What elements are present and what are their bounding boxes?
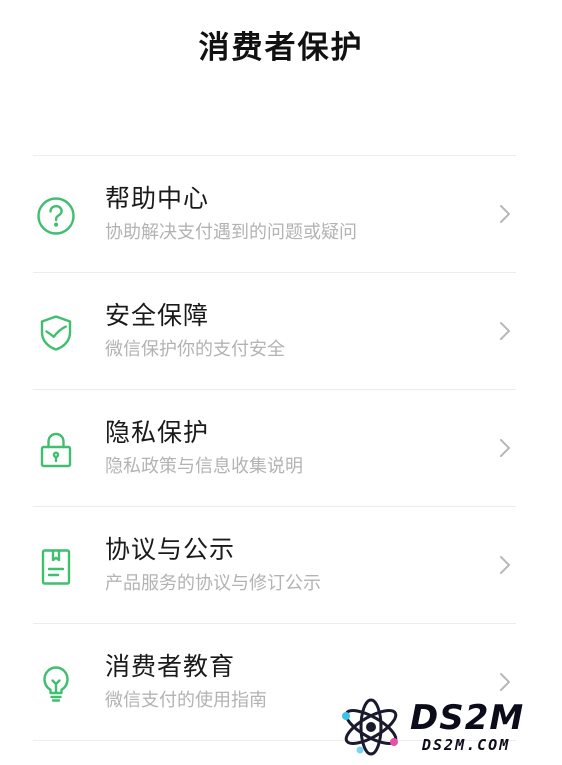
education-lightbulb-icon xyxy=(35,663,77,705)
menu-item-title: 隐私保护 xyxy=(105,418,210,447)
menu-item-agreements[interactable]: 协议与公示 产品服务的协议与修订公示 xyxy=(33,507,516,624)
security-shield-icon xyxy=(35,312,77,354)
chevron-right-icon xyxy=(498,436,512,460)
menu-item-title: 帮助中心 xyxy=(105,184,210,213)
menu-item-subtitle: 产品服务的协议与修订公示 xyxy=(105,573,321,594)
chevron-right-icon xyxy=(498,202,512,226)
privacy-lock-icon xyxy=(35,429,77,471)
menu-item-subtitle: 协助解决支付遇到的问题或疑问 xyxy=(105,222,357,243)
chevron-right-icon xyxy=(498,319,512,343)
help-question-icon xyxy=(35,195,77,237)
menu-item-subtitle: 隐私政策与信息收集说明 xyxy=(105,456,303,477)
consumer-protection-menu: 帮助中心 协助解决支付遇到的问题或疑问 安全保障 微信保护你的支付安全 隐私保护… xyxy=(33,155,516,741)
menu-item-subtitle: 微信保护你的支付安全 xyxy=(105,339,285,360)
page-title: 消费者保护 xyxy=(198,30,364,66)
menu-item-privacy[interactable]: 隐私保护 隐私政策与信息收集说明 xyxy=(33,390,516,507)
watermark-brand: DS2M xyxy=(410,698,525,738)
chevron-right-icon xyxy=(498,553,512,577)
menu-item-security[interactable]: 安全保障 微信保护你的支付安全 xyxy=(33,273,516,390)
menu-item-title: 消费者教育 xyxy=(105,652,236,681)
ds2m-watermark: DS2M DS2M.COM xyxy=(338,692,560,762)
menu-item-title: 协议与公示 xyxy=(105,535,236,564)
watermark-domain: DS2M.COM xyxy=(422,736,511,754)
menu-item-help-center[interactable]: 帮助中心 协助解决支付遇到的问题或疑问 xyxy=(33,156,516,273)
agreement-document-icon xyxy=(35,546,77,588)
menu-item-title: 安全保障 xyxy=(105,301,210,330)
atom-logo-icon xyxy=(338,696,404,758)
chevron-right-icon xyxy=(498,670,512,694)
